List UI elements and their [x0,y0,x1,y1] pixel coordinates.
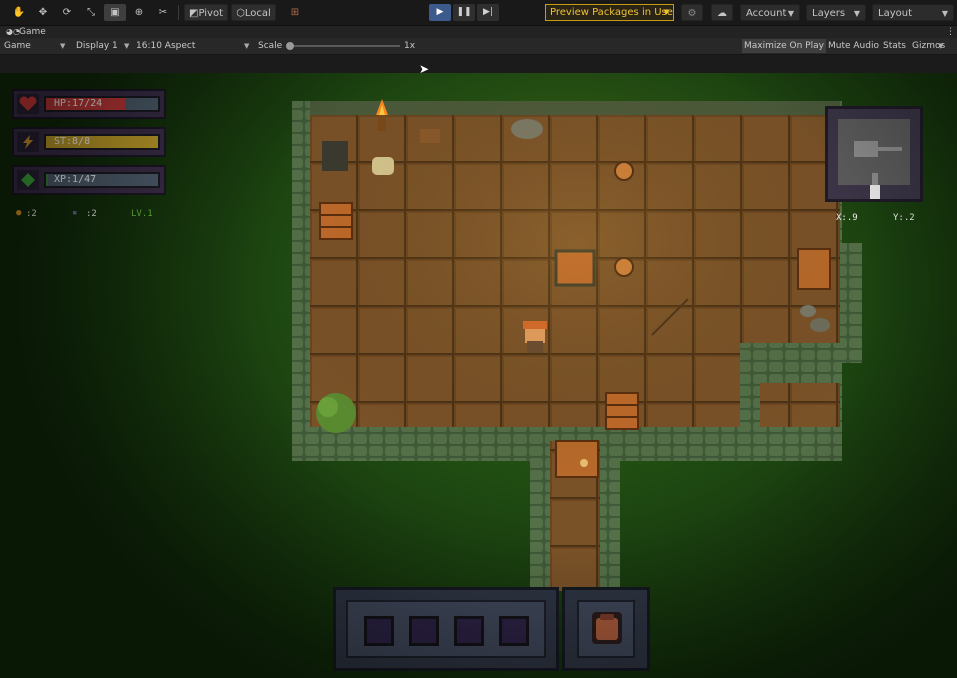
maximize-on-play-button[interactable]: Maximize On Play [742,39,826,53]
coord-x: X:.9 [836,213,858,223]
preview-packages-label: Preview Packages in Use [550,7,673,18]
key-count: :2 [86,209,97,219]
chevron-down-icon: ▼ [941,9,948,18]
mute-audio-button[interactable]: Mute Audio [826,39,881,53]
account-dropdown[interactable]: Account ▼ [740,4,800,21]
heart-icon [17,94,39,114]
level-label: LV.1 [131,209,153,219]
coord-y: Y:.2 [893,213,915,223]
stamina-label: ST:8/8 [54,136,91,147]
move-tool-icon[interactable]: ✥ [32,4,54,21]
game-view-toolbar: Game ▼ Display 1 ▼ 16:10 Aspect ▼ Scale … [0,38,957,55]
account-label: Account [746,8,787,19]
chevron-down-icon: ▼ [244,42,250,50]
local-toggle[interactable]: ⬡Local [231,4,276,21]
grid-snap-icon[interactable]: ⊞ [284,4,306,21]
chevron-down-icon: ▼ [853,9,860,18]
custom-tool-icon[interactable]: ✂ [152,4,174,21]
chevron-down-icon: ▼ [787,9,794,18]
game-tab-title[interactable]: Game [19,26,46,38]
coin-count: :2 [26,209,37,219]
xp-bar-track: XP:1/47 [44,172,160,188]
scale-value: 1x [404,41,416,51]
gamepad-icon: ◕◔ [6,27,20,36]
inventory-slot[interactable] [364,616,394,646]
hp-label: HP:17/24 [54,98,103,109]
more-options-icon[interactable]: ⋮ [946,26,955,38]
chevron-down-icon: ▼ [938,42,944,50]
layout-dropdown[interactable]: Layout ▼ [872,4,954,21]
inventory-slot[interactable] [409,616,439,646]
pause-icon: ❚❚ [456,7,472,17]
step-icon: ▶| [483,7,493,17]
xp-label: XP:1/47 [54,174,97,185]
rotate-tool-icon[interactable]: ⟳ [56,4,78,21]
rect-tool-icon[interactable]: ▣ [104,4,126,21]
preview-packages-button[interactable]: Preview Packages in Use ▼ [545,4,674,21]
inventory-slot[interactable] [454,616,484,646]
hp-bar-track: HP:17/24 [44,96,160,112]
scale-tool-icon[interactable]: ⤡ [80,4,102,21]
scale-label: Scale [258,41,283,51]
chevron-down-icon: ▼ [663,8,669,16]
minimap [825,106,923,202]
gear-icon[interactable]: ⚙ [681,4,703,21]
step-button[interactable]: ▶| [477,4,499,21]
inventory-hotbar [333,587,559,671]
chevron-down-icon: ▼ [124,42,130,50]
cloud-icon[interactable]: ☁ [711,4,733,21]
display-select[interactable]: Display 1 [76,39,118,53]
game-view-top-strip: ➤ [0,55,957,76]
inventory-slot[interactable] [499,616,529,646]
key-icon: ▪ [72,208,78,218]
scale-slider[interactable] [290,45,400,47]
pivot-toggle[interactable]: ◩Pivot [184,4,228,21]
pivot-label: Pivot [198,8,223,19]
play-button[interactable]: ▶ [429,4,451,21]
view-select[interactable]: Game [4,39,31,53]
lightning-icon [17,132,39,152]
hp-bar: HP:17/24 [12,89,166,119]
stamina-bar-track: ST:8/8 [44,134,160,150]
game-tab-header: ◕◔ Game ⋮ [0,26,957,38]
minimap-player-marker-icon [870,185,880,199]
local-icon: ⬡ [236,8,245,19]
hand-tool-icon[interactable]: ✋ [8,4,30,21]
minimap-room [838,119,910,185]
stats-button[interactable]: Stats [881,39,908,53]
xp-bar: XP:1/47 [12,165,166,195]
play-controls: ▶ ❚❚ ▶| [429,4,499,21]
layout-label: Layout [878,8,912,19]
pause-button[interactable]: ❚❚ [453,4,475,21]
chevron-down-icon: ▼ [60,42,66,50]
layers-label: Layers [812,8,846,19]
play-icon: ▶ [436,7,444,17]
editor-toolbar: ✋ ✥ ⟳ ⤡ ▣ ⊕ ✂ ◩Pivot ⬡Local ⊞ ▶ ❚❚ ▶| Pr… [0,0,957,26]
scale-slider-handle[interactable] [286,42,294,50]
equipment-slot[interactable] [562,587,650,671]
backpack-icon [592,612,622,644]
coin-icon: ● [16,208,22,218]
layers-dropdown[interactable]: Layers ▼ [806,4,866,21]
stamina-bar: ST:8/8 [12,127,166,157]
game-viewport[interactable]: HP:17/24 ST:8/8 XP:1/47 ● :2 ▪ :2 LV.1 X… [0,73,957,678]
transform-tool-icon[interactable]: ⊕ [128,4,150,21]
gem-icon [17,170,39,190]
xp-bar-fill [46,174,49,186]
aspect-select[interactable]: 16:10 Aspect [136,39,195,53]
local-label: Local [244,8,271,19]
